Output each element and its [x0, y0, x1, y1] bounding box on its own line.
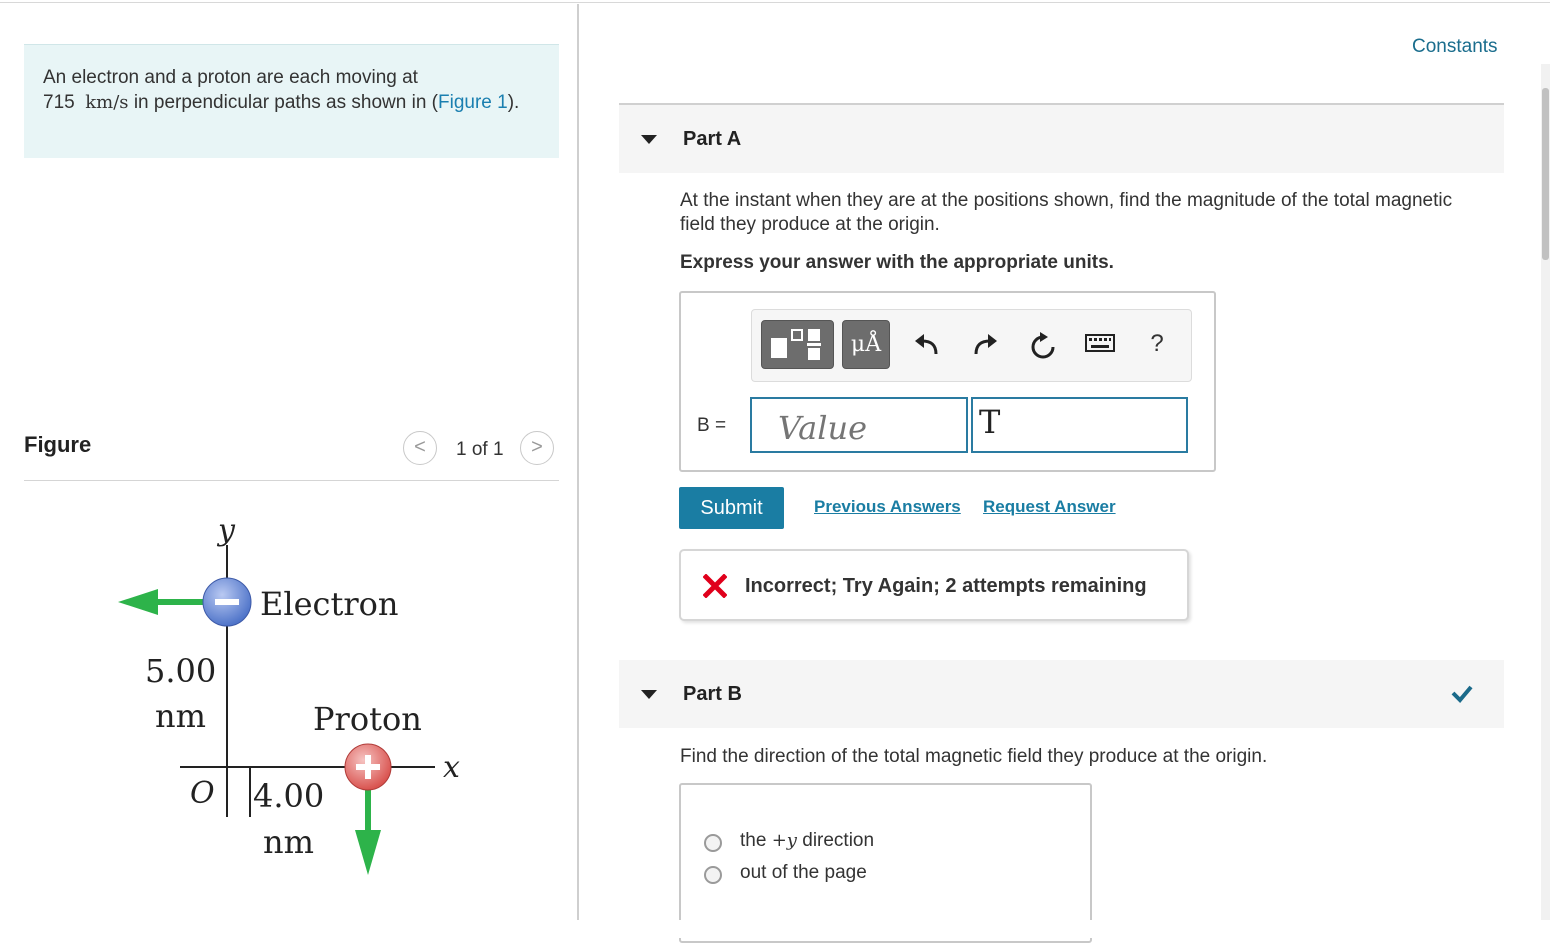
keyboard-icon[interactable] — [1085, 332, 1115, 358]
templates-icon — [771, 329, 821, 360]
choice-label: out of the page — [740, 862, 867, 883]
undo-icon[interactable] — [912, 332, 942, 358]
pane-divider — [577, 4, 579, 920]
request-answer-link[interactable]: Request Answer — [983, 497, 1116, 517]
radio-button[interactable] — [704, 834, 722, 852]
x-axis-label: x — [443, 750, 460, 785]
part-b-question: Find the direction of the total magnetic… — [680, 746, 1268, 767]
choice-suffix: direction — [796, 830, 875, 851]
part-a-question: At the instant when they are at the posi… — [680, 190, 1453, 235]
incorrect-x-icon — [703, 574, 727, 598]
figure-prev-button[interactable]: < — [403, 431, 437, 465]
collapse-caret-icon[interactable] — [641, 690, 657, 699]
speed-units: km/s — [85, 92, 129, 113]
origin-label: O — [190, 776, 215, 811]
answer-box: μÅ ? B = T — [679, 291, 1216, 472]
intro-prefix: An electron and a proton are each moving… — [43, 67, 418, 88]
speed-value: 715 — [43, 92, 75, 113]
part-b-header[interactable]: Part B — [619, 660, 1504, 728]
scrollbar-thumb[interactable] — [1542, 88, 1549, 260]
previous-answers-link[interactable]: Previous Answers — [814, 497, 961, 517]
choice-math: +y — [771, 830, 797, 851]
part-b-title: Part B — [683, 683, 742, 705]
choice-label: the +y direction — [740, 830, 874, 852]
figure-next-button[interactable]: > — [520, 431, 554, 465]
units-button[interactable]: μÅ — [842, 320, 890, 369]
variable-label: B = — [697, 415, 727, 436]
horizontal-distance-value: 4.00 — [253, 777, 324, 815]
feedback-text: Incorrect; Try Again; 2 attempts remaini… — [745, 575, 1147, 597]
submit-button[interactable]: Submit — [679, 487, 784, 529]
help-button[interactable]: ? — [1142, 332, 1172, 358]
electron-label: Electron — [260, 585, 398, 623]
radio-button[interactable] — [704, 866, 722, 884]
left-pane: An electron and a proton are each moving… — [0, 0, 578, 938]
problem-intro: An electron and a proton are each moving… — [24, 44, 559, 158]
proton-plus-vertical — [365, 755, 371, 779]
part-a-instruction: Express your answer with the appropriate… — [680, 252, 1114, 273]
figure-title: Figure — [24, 432, 92, 457]
choice-prefix: the — [740, 830, 772, 851]
y-axis-label: y — [216, 513, 236, 548]
collapse-caret-icon[interactable] — [641, 135, 657, 144]
proton-arrowhead — [355, 830, 381, 875]
intro-suffix: in perpendicular paths as shown in ( — [128, 92, 439, 113]
intro-end: ). — [507, 92, 520, 113]
reset-icon[interactable] — [1028, 332, 1058, 359]
electron-minus-sign — [215, 599, 239, 605]
electron-arrowhead — [118, 589, 158, 615]
vertical-distance-value: 5.00 — [145, 652, 216, 690]
vertical-distance-unit: nm — [155, 697, 206, 735]
value-input[interactable] — [750, 397, 968, 453]
figure-pager-count: 1 of 1 — [456, 439, 504, 460]
unit-input[interactable]: T — [971, 397, 1188, 453]
checkmark-icon — [1451, 685, 1473, 703]
figure-link[interactable]: Figure 1 — [438, 92, 508, 113]
math-toolbar: μÅ ? — [751, 309, 1192, 382]
part-a-header[interactable]: Part A — [619, 105, 1504, 173]
templates-button[interactable] — [761, 320, 834, 369]
horizontal-distance-unit: nm — [263, 823, 314, 861]
redo-icon[interactable] — [970, 332, 1000, 358]
figure-header: Figure < 1 of 1 > — [24, 428, 559, 481]
feedback-box: Incorrect; Try Again; 2 attempts remaini… — [679, 549, 1189, 621]
constants-link[interactable]: Constants — [1412, 36, 1498, 58]
proton-label: Proton — [313, 700, 422, 738]
part-a-title: Part A — [683, 128, 742, 150]
viewport-bottom — [0, 920, 1550, 938]
figure-diagram: y x O Electron 5.00 nm 4.00 nm Proton — [118, 513, 460, 875]
